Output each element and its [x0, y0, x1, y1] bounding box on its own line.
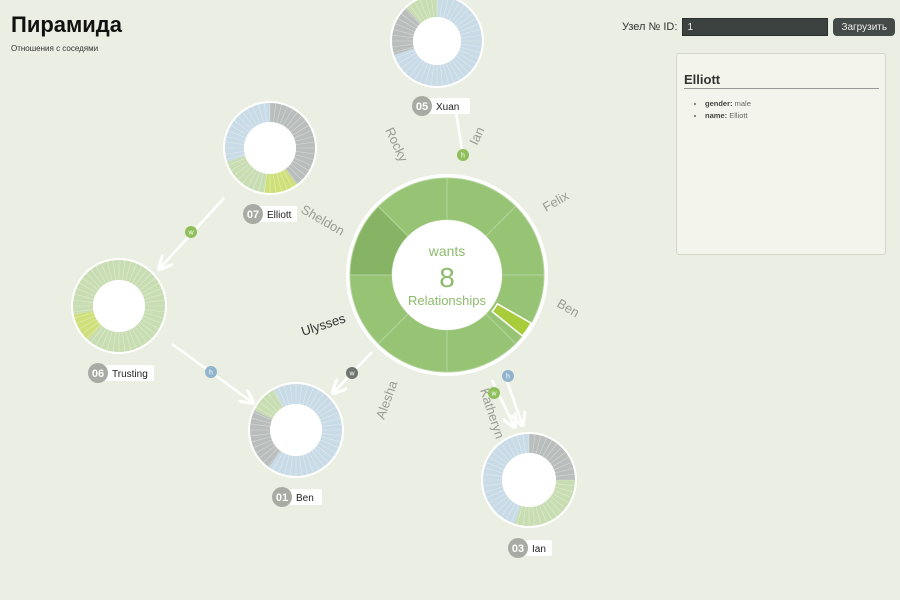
rel-label-felix: Felix — [540, 188, 572, 215]
edge-badge: w — [346, 367, 358, 379]
rel-label-rocky: Rocky — [382, 125, 411, 165]
rel-label-ulysses: Ulysses — [299, 310, 347, 338]
svg-text:06: 06 — [92, 368, 104, 380]
node-label-elliott: 07 Elliott — [243, 204, 297, 224]
edge-badge: w — [488, 387, 500, 399]
edge-badge: h — [205, 366, 217, 378]
svg-text:05: 05 — [416, 101, 428, 113]
node-label-xuan: 05 Xuan — [412, 96, 470, 116]
svg-text:h: h — [461, 153, 465, 160]
relationship-graph: wants 8 Relationships Rocky Ian Felix Be… — [71, 0, 583, 558]
svg-text:07: 07 — [247, 209, 259, 221]
node-label-trusting: 06 Trusting — [88, 363, 154, 383]
svg-text:w: w — [490, 391, 497, 398]
rel-label-ian: Ian — [466, 125, 487, 148]
svg-text:Elliott: Elliott — [267, 210, 292, 221]
svg-text:w: w — [348, 371, 355, 378]
center-line1: wants — [428, 243, 466, 259]
svg-text:h: h — [506, 374, 510, 381]
svg-text:Ian: Ian — [532, 544, 546, 555]
rel-label-ben: Ben — [555, 296, 583, 321]
rel-label-sheldon: Sheldon — [299, 202, 348, 239]
node-elliott[interactable] — [223, 101, 317, 195]
svg-text:Ben: Ben — [296, 493, 314, 504]
node-xuan[interactable] — [390, 0, 484, 88]
rel-label-alesha: Alesha — [373, 378, 401, 421]
node-trusting[interactable] — [71, 258, 167, 354]
svg-text:03: 03 — [512, 543, 524, 555]
svg-text:01: 01 — [276, 492, 288, 504]
node-label-ben: 01 Ben — [272, 487, 322, 507]
svg-text:Trusting: Trusting — [112, 369, 148, 380]
center-node[interactable]: wants 8 Relationships — [346, 174, 548, 376]
center-line3: Relationships — [408, 293, 487, 308]
svg-text:w: w — [187, 230, 194, 237]
edge-badge: w — [185, 226, 197, 238]
node-ben[interactable] — [248, 382, 344, 478]
edge-badge: h — [457, 149, 469, 161]
node-label-ian: 03 Ian — [508, 538, 552, 558]
edge-badge: h — [502, 370, 514, 382]
svg-text:Xuan: Xuan — [436, 102, 459, 113]
svg-text:h: h — [209, 370, 213, 377]
center-count: 8 — [439, 262, 455, 293]
node-ian[interactable] — [481, 432, 577, 528]
